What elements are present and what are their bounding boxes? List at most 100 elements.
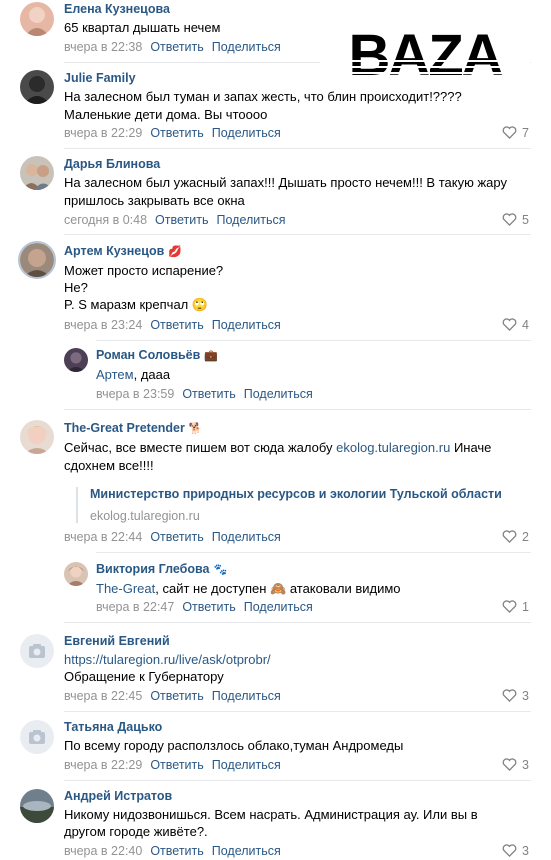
share-button[interactable]: Поделиться bbox=[212, 530, 281, 544]
avatar[interactable] bbox=[20, 2, 54, 36]
share-button[interactable]: Поделиться bbox=[212, 844, 281, 858]
comment-author[interactable]: Julie Family bbox=[64, 71, 136, 85]
reply-button[interactable]: Ответить bbox=[150, 689, 203, 703]
external-link[interactable]: ekolog.tularegion.ru bbox=[336, 440, 450, 455]
reply-button[interactable]: Ответить bbox=[150, 844, 203, 858]
avatar[interactable] bbox=[20, 420, 54, 454]
comment-meta: вчера в 22:44 Ответить Поделиться bbox=[64, 530, 281, 544]
comment-text: На залесном был ужасный запах!!! Дышать … bbox=[64, 175, 507, 190]
comment-time[interactable]: вчера в 23:59 bbox=[96, 387, 174, 401]
comment-meta: вчера в 22:38 Ответить Поделиться bbox=[64, 40, 281, 54]
comment-time[interactable]: вчера в 23:24 bbox=[64, 318, 142, 332]
like-button[interactable]: 3 bbox=[502, 758, 529, 772]
share-button[interactable]: Поделиться bbox=[216, 213, 285, 227]
divider bbox=[64, 148, 531, 149]
avatar[interactable] bbox=[20, 634, 54, 668]
reply-button[interactable]: Ответить bbox=[150, 318, 203, 332]
like-count: 5 bbox=[522, 213, 529, 227]
comments-feed: Елена Кузнецова 65 квартал дышать нечем … bbox=[0, 0, 551, 860]
comment-time[interactable]: вчера в 22:47 bbox=[96, 600, 174, 614]
comment-time[interactable]: вчера в 22:29 bbox=[64, 126, 142, 140]
lips-icon: 💋 bbox=[168, 246, 182, 258]
comment-time[interactable]: вчера в 22:38 bbox=[64, 40, 142, 54]
like-button[interactable]: 3 bbox=[502, 844, 529, 858]
reply-button[interactable]: Ответить bbox=[150, 40, 203, 54]
reply-button[interactable]: Ответить bbox=[182, 600, 235, 614]
camera-icon bbox=[29, 730, 45, 744]
comment-text: P. S маразм крепчал 🙄 bbox=[64, 297, 209, 312]
comment-time[interactable]: вчера в 22:44 bbox=[64, 530, 142, 544]
comment-text: Не? bbox=[64, 280, 88, 295]
heart-icon bbox=[502, 758, 517, 771]
comment-meta: вчера в 23:59 Ответить Поделиться bbox=[96, 387, 313, 401]
comment-author[interactable]: Дарья Блинова bbox=[64, 157, 160, 171]
comment-text: На залесном был туман и запах жесть, что… bbox=[64, 89, 462, 104]
share-button[interactable]: Поделиться bbox=[212, 126, 281, 140]
like-button[interactable]: 5 bbox=[502, 213, 529, 227]
avatar[interactable] bbox=[64, 348, 88, 372]
comment-text: 65 квартал дышать нечем bbox=[64, 20, 221, 35]
comment-time[interactable]: вчера в 22:29 bbox=[64, 758, 142, 772]
divider bbox=[64, 780, 531, 781]
comment-author[interactable]: Елена Кузнецова bbox=[64, 2, 170, 16]
divider bbox=[64, 711, 531, 712]
mention-link[interactable]: Артем bbox=[96, 367, 134, 382]
like-button[interactable]: 1 bbox=[502, 600, 529, 614]
comment-author[interactable]: Виктория Глебова 🐾 bbox=[96, 562, 227, 576]
avatar[interactable] bbox=[18, 241, 56, 279]
like-count: 3 bbox=[522, 689, 529, 703]
external-link[interactable]: https://tularegion.ru/live/ask/otprobr/ bbox=[64, 652, 271, 667]
reply-button[interactable]: Ответить bbox=[182, 387, 235, 401]
like-count: 3 bbox=[522, 844, 529, 858]
avatar[interactable] bbox=[20, 789, 54, 823]
comment-author[interactable]: The-Great Pretender 🐕 bbox=[64, 421, 203, 435]
avatar[interactable] bbox=[20, 156, 54, 190]
comment-text: пришлось закрывать все окна bbox=[64, 193, 245, 208]
share-button[interactable]: Поделиться bbox=[212, 689, 281, 703]
comment-author[interactable]: Роман Соловьёв 💼 bbox=[96, 348, 218, 362]
heart-icon bbox=[502, 213, 517, 226]
reply-button[interactable]: Ответить bbox=[150, 758, 203, 772]
comment-time[interactable]: вчера в 22:40 bbox=[64, 844, 142, 858]
reply-button[interactable]: Ответить bbox=[155, 213, 208, 227]
comment-meta: вчера в 22:45 Ответить Поделиться bbox=[64, 689, 281, 703]
link-preview-title[interactable]: Министерство природных ресурсов и эколог… bbox=[90, 487, 502, 501]
heart-icon bbox=[502, 844, 517, 857]
like-count: 4 bbox=[522, 318, 529, 332]
comment-text: Артем, дааа bbox=[96, 367, 171, 382]
comment-author[interactable]: Андрей Истратов bbox=[64, 789, 172, 803]
like-button[interactable]: 7 bbox=[502, 126, 529, 140]
avatar[interactable] bbox=[20, 720, 54, 754]
reply-button[interactable]: Ответить bbox=[150, 126, 203, 140]
like-button[interactable]: 3 bbox=[502, 689, 529, 703]
comment-text: Никому нидозвонишься. Всем насрать. Адми… bbox=[64, 807, 478, 822]
dog-icon: 🐕 bbox=[188, 423, 203, 435]
like-button[interactable]: 4 bbox=[502, 318, 529, 332]
paw-prints-icon: 🐾 bbox=[213, 564, 228, 576]
mention-link[interactable]: The-Great bbox=[96, 581, 155, 596]
share-button[interactable]: Поделиться bbox=[212, 318, 281, 332]
share-button[interactable]: Поделиться bbox=[244, 387, 313, 401]
avatar[interactable] bbox=[64, 562, 88, 586]
heart-icon bbox=[502, 600, 517, 613]
like-count: 7 bbox=[522, 126, 529, 140]
reply-button[interactable]: Ответить bbox=[150, 530, 203, 544]
link-preview-card[interactable]: Министерство природных ресурсов и эколог… bbox=[76, 487, 502, 523]
comment-author[interactable]: Артем Кузнецов 💋 bbox=[64, 244, 182, 258]
comment-author[interactable]: Евгений Евгений bbox=[64, 634, 170, 648]
like-count: 3 bbox=[522, 758, 529, 772]
avatar[interactable] bbox=[20, 70, 54, 104]
like-button[interactable]: 2 bbox=[502, 530, 529, 544]
camera-icon bbox=[29, 644, 45, 658]
baza-logo: BAZA bbox=[320, 26, 530, 86]
comment-time[interactable]: вчера в 22:45 bbox=[64, 689, 142, 703]
share-button[interactable]: Поделиться bbox=[212, 758, 281, 772]
comment-author[interactable]: Татьяна Дацько bbox=[64, 720, 162, 734]
share-button[interactable]: Поделиться bbox=[244, 600, 313, 614]
heart-icon bbox=[502, 530, 517, 543]
link-preview-url[interactable]: ekolog.tularegion.ru bbox=[90, 509, 502, 523]
comment-text: Может просто испарение? bbox=[64, 263, 224, 278]
divider bbox=[96, 552, 531, 553]
comment-time[interactable]: сегодня в 0:48 bbox=[64, 213, 147, 227]
share-button[interactable]: Поделиться bbox=[212, 40, 281, 54]
